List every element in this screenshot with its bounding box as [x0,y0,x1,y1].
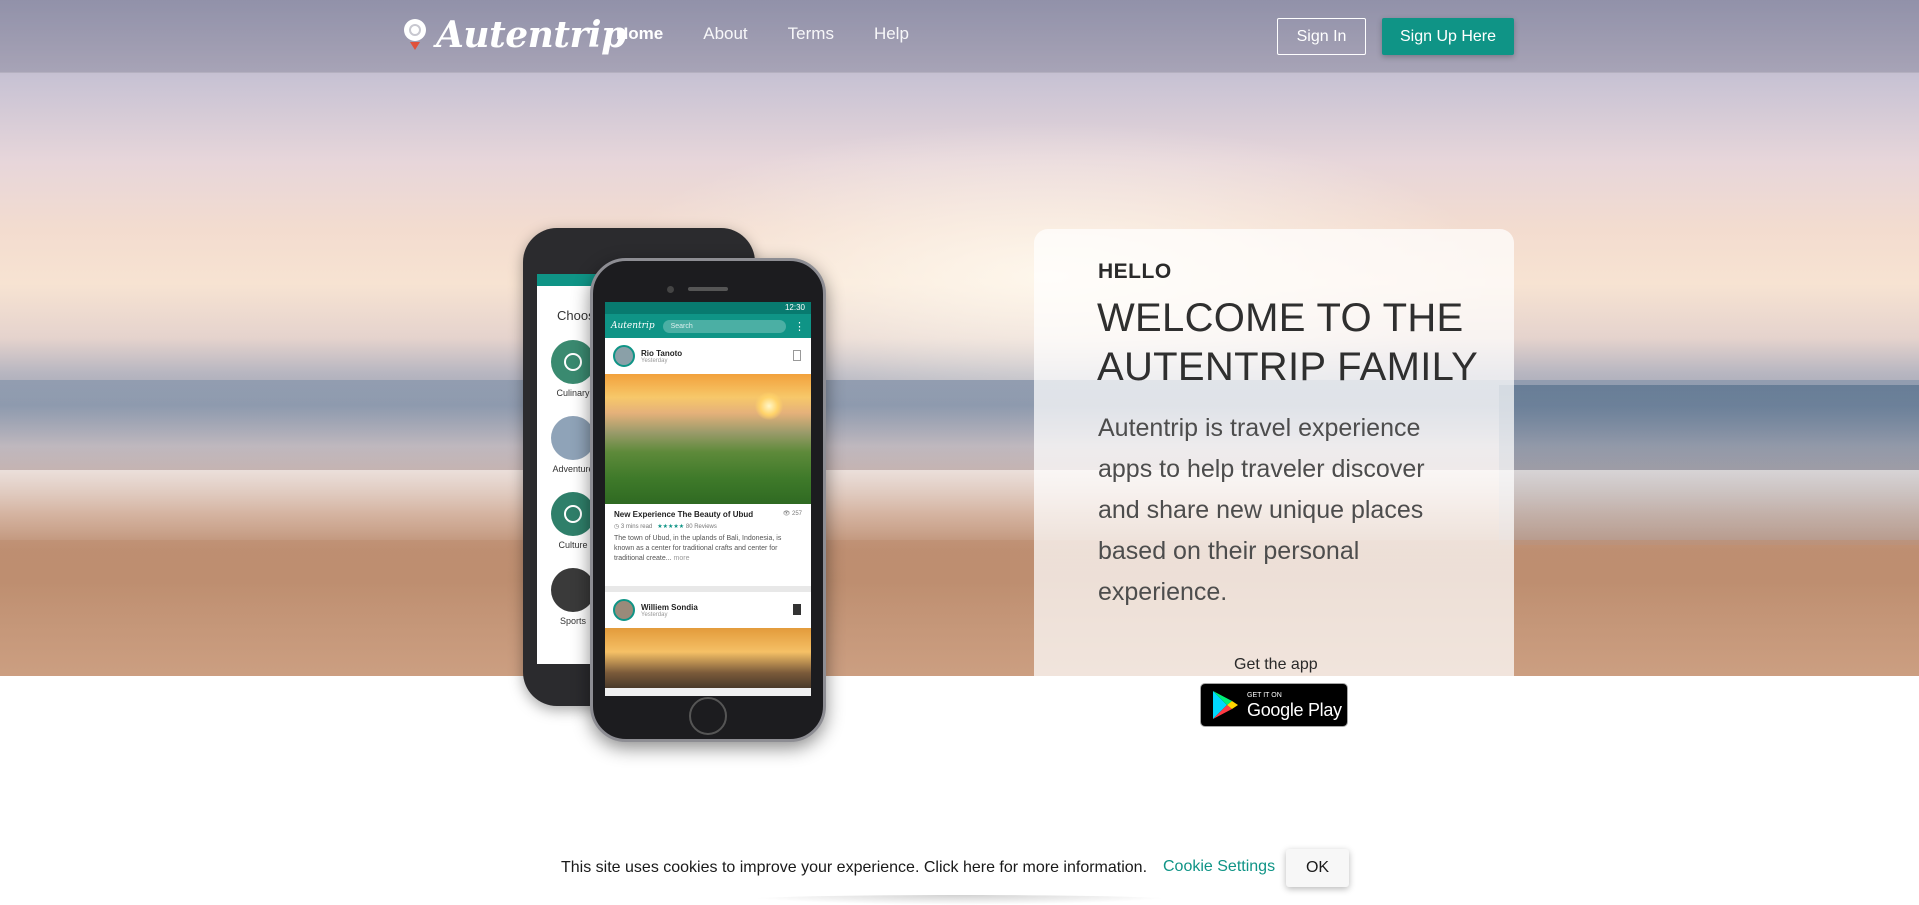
post-header-2: Williem Sondia Yesterday [605,592,811,628]
nav-about[interactable]: About [703,24,747,44]
sun-image [755,392,783,420]
check-circle-icon [551,340,595,384]
nav-help[interactable]: Help [874,24,909,44]
google-play-small-text: GET IT ON [1247,691,1282,699]
google-play-big-text: Google Play [1247,699,1342,720]
sign-in-button[interactable]: Sign In [1277,18,1366,55]
post-header: Rio Tanoto Yesterday [605,338,811,374]
google-play-button[interactable]: GET IT ON Google Play [1200,683,1348,727]
cookie-message[interactable]: This site uses cookies to improve your e… [561,859,1147,877]
nav-terms[interactable]: Terms [788,24,834,44]
hero-description: Autentrip is travel experience apps to h… [1098,414,1425,606]
hero-background [0,0,1919,676]
post-time: Yesterday [641,357,668,364]
avatar [613,599,635,621]
hello-heading: HELLO [1098,260,1172,283]
cookie-settings-link[interactable]: Cookie Settings [1163,858,1275,876]
app-logo: Autentrip [611,321,655,331]
speaker-grille [688,287,728,291]
camera-icon [667,286,674,293]
brand-logo[interactable]: Autentrip [402,12,626,58]
cookie-ok-button[interactable]: OK [1286,849,1349,887]
category-image [551,416,595,460]
top-navbar: Autentrip Home About Terms Help Sign In … [0,0,1919,73]
status-bar: 12:30 [605,302,811,314]
wave-foam [0,470,1919,550]
more-vert-icon: ⋮ [794,320,805,333]
home-button [689,697,727,735]
google-play-icon [1213,691,1238,719]
welcome-title: WELCOME TO THE AUTENTRIP FAMILY [1097,296,1479,389]
post-author: Rio Tanoto [641,348,683,358]
phone-mockup-front: 12:30 Autentrip Search ⋮ Rio Tanoto Yest… [590,258,826,742]
post-image-2 [605,628,811,688]
category-image [551,568,595,612]
phone-front-screen: 12:30 Autentrip Search ⋮ Rio Tanoto Yest… [605,302,811,696]
app-toolbar: Autentrip Search ⋮ [605,314,811,338]
bookmark-icon [793,604,801,615]
check-circle-icon [551,492,595,536]
post-image [605,374,811,504]
post-title: New Experience The Beauty of Ubud 👁 257 [614,510,802,519]
brand-name: Autentrip [436,14,626,56]
sign-up-button[interactable]: Sign Up Here [1382,18,1514,55]
post-author: Williem Sondia [641,602,698,612]
beach-sand [0,540,1919,676]
post-time: Yesterday [641,611,668,618]
avatar [613,345,635,367]
post-body: New Experience The Beauty of Ubud 👁 257 … [605,504,811,586]
bookmark-icon [793,350,801,361]
location-pin-icon [404,19,426,50]
post-meta: ◷ 3 mins read ★★★★★ 80 Reviews [614,524,717,530]
star-rating: ★★★★★ [657,524,685,530]
nav-home[interactable]: Home [616,24,663,44]
post-text: The town of Ubud, in the uplands of Bali… [614,535,782,562]
cookie-shadow [740,895,1180,905]
app-search-field: Search [662,319,786,333]
get-app-label: Get the app [1234,656,1318,673]
nav-links: Home About Terms Help [616,24,949,44]
